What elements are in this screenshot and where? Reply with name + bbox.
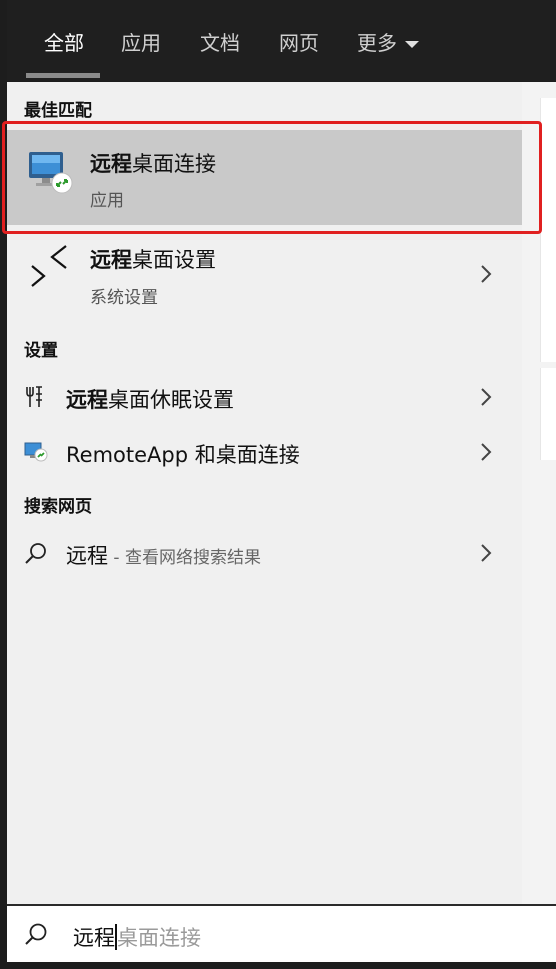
chevron-down-icon	[405, 41, 419, 48]
preview-card	[540, 98, 556, 362]
search-box[interactable]: 远程桌面连接	[7, 904, 556, 962]
sleep-settings-title: 远程桌面休眠设置	[66, 384, 234, 414]
title-rest: RemoteApp 和桌面连接	[66, 443, 300, 467]
result-remote-desktop-settings[interactable]	[7, 232, 522, 316]
tab-more-label: 更多	[357, 31, 397, 55]
tab-documents[interactable]: 文档	[200, 28, 240, 58]
tab-apps[interactable]: 应用	[121, 28, 161, 58]
best-match-title: 远程桌面连接	[90, 148, 216, 178]
remoteapp-icon	[24, 442, 48, 462]
chevron-right-icon[interactable]	[479, 263, 493, 285]
tab-all[interactable]: 全部	[44, 28, 84, 58]
tab-web[interactable]: 网页	[279, 28, 319, 58]
search-icon	[25, 923, 47, 945]
section-web-search: 搜索网页	[24, 497, 92, 517]
search-scope-tabs: 全部 应用 文档 网页 更多	[7, 0, 556, 81]
chevron-right-icon[interactable]	[479, 441, 493, 463]
section-settings: 设置	[24, 341, 58, 361]
best-match-subtitle: 应用	[90, 191, 124, 211]
title-highlight: 远程	[90, 248, 132, 272]
title-rest: 桌面设置	[132, 248, 216, 272]
preview-card	[540, 368, 556, 460]
title-rest: 桌面连接	[132, 152, 216, 176]
web-search-title: 远程 - 查看网络搜索结果	[66, 540, 261, 570]
highlight-annotation	[2, 121, 542, 234]
search-icon	[25, 543, 46, 564]
web-suffix: - 查看网络搜索结果	[108, 548, 261, 568]
active-tab-indicator	[26, 73, 100, 78]
sleep-settings-icon	[26, 386, 42, 407]
search-input[interactable]: 远程桌面连接	[73, 922, 201, 952]
title-rest: 桌面休眠设置	[108, 388, 234, 412]
search-typed-text: 远程	[73, 926, 115, 950]
remote-desktop-connection-icon	[29, 152, 73, 194]
rd-settings-title: 远程桌面设置	[90, 244, 216, 274]
chevron-right-icon[interactable]	[479, 386, 493, 408]
remoteapp-title: RemoteApp 和桌面连接	[66, 439, 300, 469]
web-query: 远程	[66, 544, 108, 568]
tab-more[interactable]: 更多	[357, 28, 419, 58]
title-highlight: 远程	[66, 388, 108, 412]
title-highlight: 远程	[90, 152, 132, 176]
remote-desktop-settings-icon	[31, 245, 67, 287]
chevron-right-icon[interactable]	[479, 542, 493, 564]
section-best-match: 最佳匹配	[24, 101, 92, 121]
search-autocomplete: 桌面连接	[117, 926, 201, 950]
rd-settings-subtitle: 系统设置	[90, 288, 158, 308]
